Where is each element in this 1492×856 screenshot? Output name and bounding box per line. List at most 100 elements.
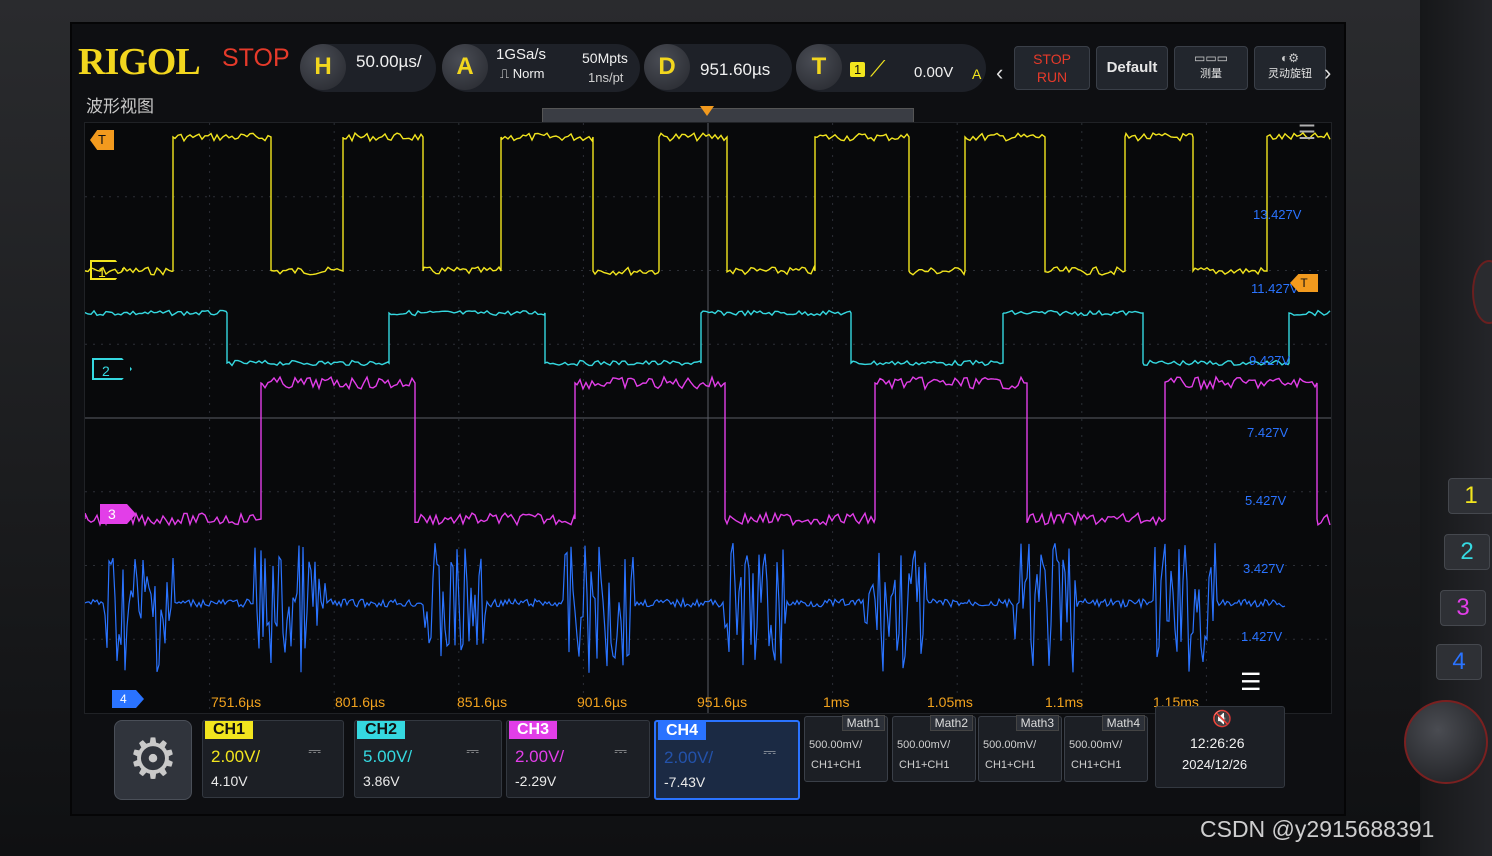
- math4-settings[interactable]: Math4 500.00mV/ CH1+CH1: [1064, 715, 1148, 782]
- run-state-indicator[interactable]: STOP: [222, 44, 290, 73]
- acquire-mode-label: Norm: [512, 66, 545, 81]
- time-axis-label: 1.1ms: [1045, 694, 1083, 710]
- math1-label: Math1: [841, 715, 885, 731]
- time-axis-label: 751.6µs: [211, 694, 261, 710]
- quick-knob-label: 灵动旋钮: [1268, 68, 1312, 80]
- math4-label: Math4: [1101, 715, 1145, 731]
- ch1-coupling-icon: ⎓: [308, 743, 321, 760]
- voltage-axis-label: 9.427V: [1249, 353, 1291, 368]
- time-axis-label: 951.6µs: [697, 694, 747, 710]
- ch4-panel-button[interactable]: 4: [1436, 644, 1482, 680]
- bottom-channel-bar: ⚙ CH1 2.00V/ 4.10V ⎓ CH2 5.00V/ 3.86V ⎓ …: [110, 706, 1286, 804]
- delay-badge[interactable]: D: [644, 44, 690, 90]
- stop-run-button[interactable]: STOP RUN: [1014, 46, 1090, 90]
- time-axis-label: 1.05ms: [927, 694, 973, 710]
- time-axis-label: 901.6µs: [577, 694, 627, 710]
- time-resolution: 1ns/pt: [588, 70, 624, 85]
- clock-time: 12:26:26: [1190, 735, 1245, 751]
- math1-source: CH1+CH1: [811, 759, 862, 771]
- ch4-trace: [84, 542, 1286, 673]
- ch1-label: CH1: [205, 721, 254, 739]
- time-axis-label: 1ms: [823, 694, 849, 710]
- measure-label: 测量: [1200, 68, 1222, 80]
- zoom-collapse-icon[interactable]: ☰: [1240, 668, 1262, 697]
- ch3-offset: -2.29V: [515, 773, 557, 789]
- trigger-position-marker: [700, 106, 714, 116]
- ch3-scale: 2.00V/: [515, 747, 565, 766]
- math3-label: Math3: [1015, 715, 1059, 731]
- delay-value: 951.60µs: [700, 60, 771, 79]
- small-knob-icon[interactable]: [1472, 260, 1492, 324]
- gear-icon: ⚙: [127, 727, 179, 790]
- ch2-panel-button[interactable]: 2: [1444, 534, 1490, 570]
- trigger-level: 0.00V: [914, 64, 954, 81]
- math1-settings[interactable]: Math1 500.00mV/ CH1+CH1: [804, 715, 888, 782]
- ch2-scale: 5.00V/: [363, 747, 413, 766]
- pulse-icon: ⎍: [500, 66, 513, 81]
- waveform-area[interactable]: 751.6µs 801.6µs 851.6µs 901.6µs 951.6µs 1ms 1.…: [84, 122, 1332, 714]
- waveform-view-title: 波形视图: [86, 97, 154, 116]
- front-panel-right: 1 2 3 4: [1404, 0, 1492, 856]
- measure-button[interactable]: ▭▭▭ 测量: [1174, 46, 1248, 90]
- time-axis-label: 851.6µs: [457, 694, 507, 710]
- voltage-axis-label: 7.427V: [1247, 425, 1289, 440]
- trigger-badge[interactable]: T: [796, 44, 842, 90]
- ch4-settings[interactable]: CH4 2.00V/ -7.43V ⎓: [654, 720, 800, 800]
- horizontal-badge[interactable]: H: [300, 44, 346, 90]
- ch3-settings[interactable]: CH3 2.00V/ -2.29V ⎓: [506, 720, 650, 798]
- math3-scale: 500.00mV/: [983, 739, 1037, 751]
- ch1-offset: 4.10V: [211, 773, 248, 789]
- quick-knob-button[interactable]: ◐⚙ 灵动旋钮: [1254, 46, 1326, 90]
- math2-settings[interactable]: Math2 500.00mV/ CH1+CH1: [892, 715, 976, 782]
- math2-scale: 500.00mV/: [897, 739, 951, 751]
- knob-icon: ◐⚙: [1280, 51, 1299, 65]
- system-clock[interactable]: 🔇 12:26:26 2024/12/26: [1155, 706, 1285, 788]
- trigger-source: 1: [850, 62, 866, 77]
- ch1-settings[interactable]: CH1 2.00V/ 4.10V ⎓: [202, 720, 344, 798]
- memory-depth: 50Mpts: [582, 50, 628, 66]
- acquire-mode: ⎍ Norm: [500, 66, 545, 82]
- chevron-right-icon[interactable]: ›: [1324, 60, 1331, 86]
- sample-rate: 1GSa/s: [496, 46, 547, 63]
- brand-logo: RIGOL: [78, 41, 201, 83]
- timebase-value: 50.00µs/: [356, 52, 422, 71]
- ch2-settings[interactable]: CH2 5.00V/ 3.86V ⎓: [354, 720, 502, 798]
- ch2-offset: 3.86V: [363, 773, 400, 789]
- multipurpose-knob[interactable]: [1404, 700, 1488, 784]
- chevron-left-icon[interactable]: ‹: [996, 60, 1003, 86]
- watermark: CSDN @y2915688391: [1200, 816, 1435, 842]
- ch3-coupling-icon: ⎓: [614, 743, 627, 760]
- math2-source: CH1+CH1: [899, 759, 950, 771]
- ch1-scale: 2.00V/: [211, 747, 261, 766]
- voltage-axis-label: 13.427V: [1253, 207, 1302, 222]
- math4-scale: 500.00mV/: [1069, 739, 1123, 751]
- voltage-axis-label: 1.427V: [1241, 629, 1283, 644]
- ch4-label: CH4: [658, 722, 707, 740]
- hamburger-menu-icon[interactable]: ☰: [1298, 120, 1316, 145]
- ch4-offset: -7.43V: [664, 774, 706, 790]
- ch3-label: CH3: [509, 721, 558, 739]
- voltage-axis-label: 3.427V: [1243, 561, 1285, 576]
- acquire-badge[interactable]: A: [442, 44, 488, 90]
- stop-label: STOP: [1033, 51, 1071, 67]
- math1-scale: 500.00mV/: [809, 739, 863, 751]
- math3-settings[interactable]: Math3 500.00mV/ CH1+CH1: [978, 715, 1062, 782]
- ch4-coupling-icon: ⎓: [763, 744, 776, 761]
- ch2-label: CH2: [357, 721, 406, 739]
- run-label: RUN: [1036, 69, 1068, 85]
- time-axis-label: 801.6µs: [335, 694, 385, 710]
- trigger-status: A: [972, 66, 982, 82]
- math3-source: CH1+CH1: [985, 759, 1036, 771]
- ch2-coupling-icon: ⎓: [466, 743, 479, 760]
- speaker-mute-icon[interactable]: 🔇: [1212, 709, 1232, 729]
- rigol-home-button[interactable]: ⚙: [114, 720, 192, 800]
- waveform-svg: 751.6µs 801.6µs 851.6µs 901.6µs 951.6µs 1ms 1.…: [84, 123, 1331, 713]
- ch3-panel-button[interactable]: 3: [1440, 590, 1486, 626]
- rising-edge-icon: ⟋: [870, 56, 886, 81]
- clock-date: 2024/12/26: [1182, 757, 1248, 772]
- ch1-panel-button[interactable]: 1: [1448, 478, 1492, 514]
- voltage-axis-label: 5.427V: [1245, 493, 1287, 508]
- math2-label: Math2: [929, 715, 973, 731]
- default-button[interactable]: Default: [1096, 46, 1168, 90]
- math4-source: CH1+CH1: [1071, 759, 1122, 771]
